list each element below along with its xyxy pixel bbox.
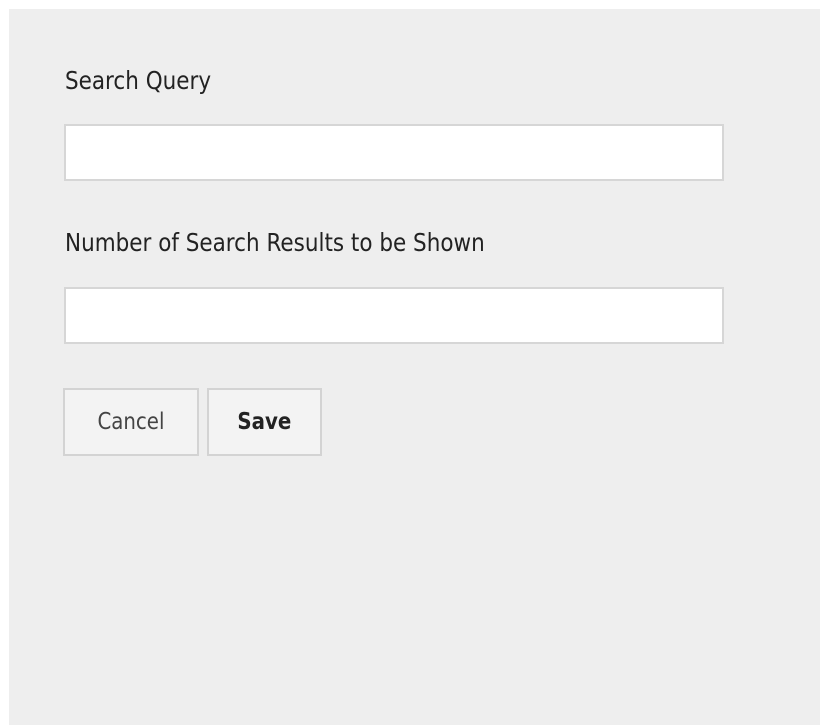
results-count-input[interactable] (64, 287, 724, 344)
save-button-label: Save (237, 409, 292, 435)
results-count-label: Number of Search Results to be Shown (65, 228, 485, 257)
search-query-input[interactable] (64, 124, 724, 181)
settings-panel: Search Query Number of Search Results to… (9, 9, 820, 725)
save-button[interactable]: Save (207, 388, 322, 456)
cancel-button-label: Cancel (97, 409, 165, 435)
search-query-label: Search Query (65, 66, 212, 95)
cancel-button[interactable]: Cancel (63, 388, 199, 456)
